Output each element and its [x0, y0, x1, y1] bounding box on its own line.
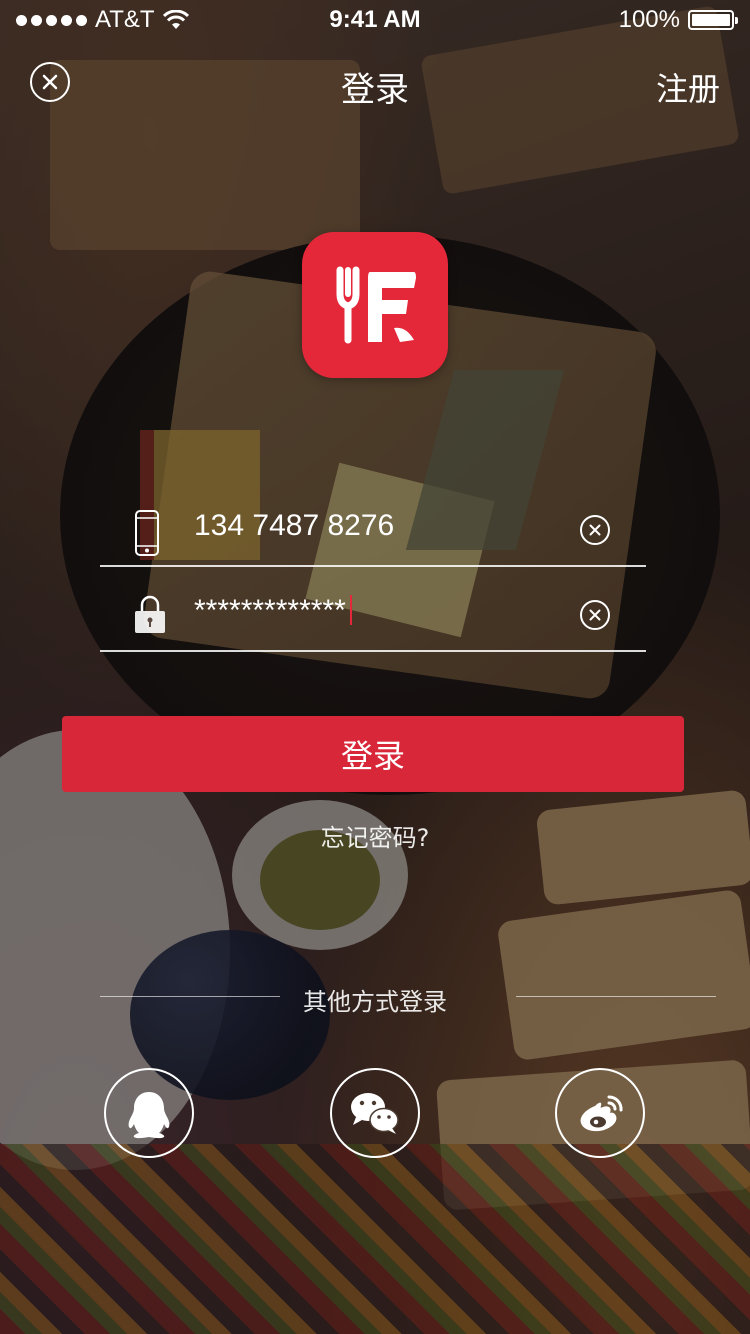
status-bar: AT&T 9:41 AM 100% [0, 0, 750, 40]
weibo-icon [580, 1095, 623, 1132]
clear-password-button[interactable] [580, 600, 610, 630]
forgot-password-link[interactable]: 忘记密码? [0, 818, 750, 853]
wifi-icon [162, 10, 189, 29]
divider-line [516, 996, 716, 997]
wechat-icon [351, 1093, 399, 1134]
register-link[interactable]: 注册 [656, 64, 720, 110]
qq-icon [128, 1092, 170, 1139]
clear-icon [589, 524, 601, 536]
battery-percent: 100% [618, 6, 680, 33]
other-login-label: 其他方式登录 [303, 988, 447, 1016]
phone-field[interactable]: 134 7487 8276 [100, 487, 646, 567]
qq-login-button[interactable] [104, 1068, 194, 1158]
nav-bar: 登录 注册 [0, 50, 750, 114]
fork-f-logo-icon [336, 266, 416, 344]
other-login-divider: 其他方式登录 [0, 982, 750, 1016]
phone-input[interactable]: 134 7487 8276 [194, 509, 394, 543]
lock-icon [135, 595, 165, 633]
app-logo [302, 232, 448, 378]
carrier: AT&T [95, 6, 155, 33]
battery-icon [688, 10, 738, 30]
login-button[interactable]: 登录 [62, 716, 684, 792]
signal-icon [16, 14, 87, 26]
page-title: 登录 [341, 70, 409, 110]
text-caret [349, 595, 352, 625]
clear-phone-button[interactable] [580, 515, 610, 545]
password-field[interactable]: ************* [100, 572, 646, 652]
weibo-login-button[interactable] [555, 1068, 645, 1158]
phone-icon [135, 510, 159, 556]
password-input[interactable]: ************* [194, 594, 346, 627]
password-input-wrapper[interactable]: ************* [194, 594, 352, 628]
wechat-login-button[interactable] [330, 1068, 420, 1158]
clear-icon [589, 609, 601, 621]
